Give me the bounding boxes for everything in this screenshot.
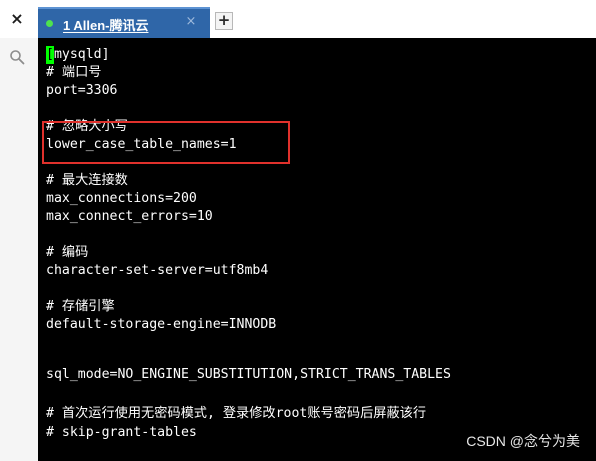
session-tab-label: 1 Allen-腾讯云 — [63, 18, 149, 33]
terminal-line: default-storage-engine=INNODB — [46, 317, 277, 332]
session-tab[interactable]: 1 Allen-腾讯云 × — [38, 7, 210, 38]
terminal-line-text: mysqld] — [53, 47, 110, 62]
terminal-line: max_connect_errors=10 — [46, 209, 213, 224]
terminal-line: sql_mode=NO_ENGINE_SUBSTITUTION,STRICT_T… — [46, 367, 451, 382]
close-all-tabs-button[interactable]: × — [9, 11, 25, 27]
terminal-line: character-set-server=utf8mb4 — [46, 263, 269, 278]
left-sidebar — [0, 38, 38, 461]
terminal-line: # 首次运行使用无密码模式, 登录修改root账号密码后屏蔽该行 — [46, 406, 427, 421]
terminal-cursor: [ — [46, 46, 54, 64]
terminal-line: # 最大连接数 — [46, 173, 128, 188]
highlight-annotation-box — [42, 121, 290, 164]
terminal-line: port=3306 — [46, 83, 118, 98]
terminal-line: max_connections=200 — [46, 191, 197, 206]
watermark: CSDN @念兮为美 — [466, 433, 580, 449]
search-icon[interactable] — [9, 49, 25, 65]
tab-bar: × 1 Allen-腾讯云 × + — [0, 0, 596, 38]
new-tab-button[interactable]: + — [215, 12, 233, 30]
terminal-output[interactable]: [mysqld] # 端口号 port=3306 # 忽略大小写 lower_c… — [38, 38, 596, 461]
terminal-line: # 端口号 — [46, 65, 102, 80]
close-tab-button[interactable]: × — [184, 15, 198, 29]
terminal-line: # 编码 — [46, 245, 89, 260]
terminal-line: [mysqld] — [46, 46, 110, 64]
terminal-line: # skip-grant-tables — [46, 425, 197, 440]
terminal-line: # 存储引擎 — [46, 299, 115, 314]
connection-status-icon — [46, 20, 53, 27]
